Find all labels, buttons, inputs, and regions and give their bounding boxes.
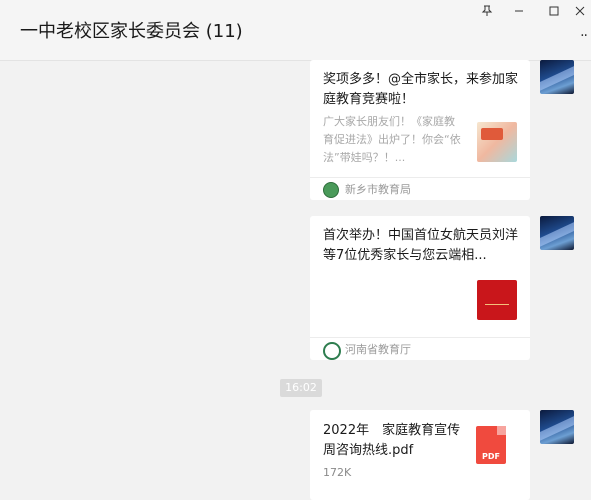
title-bar: 一中老校区家长委员会 (11) ·· (0, 0, 591, 61)
article-thumbnail (477, 122, 517, 162)
article-description: 广大家长朋友们！《家庭教育促进法》出炉了！你会“依法”带娃吗？！... (323, 115, 461, 164)
pdf-label: PDF (482, 452, 500, 461)
pin-icon[interactable] (476, 2, 498, 20)
article-title: 首次举办！中国首位女航天员刘洋等7位优秀家长与您云端相... (323, 228, 519, 263)
file-name: 2022年 家庭教育宣传周咨询热线.pdf (323, 423, 461, 458)
thumbnail-badge (481, 128, 503, 140)
close-icon[interactable] (569, 2, 591, 20)
article-title: 奖项多多！@全市家长，来参加家庭教育竞赛啦！ (323, 72, 519, 107)
timestamp: 16:02 (280, 379, 322, 397)
avatar[interactable] (540, 410, 574, 444)
source-logo-icon (323, 342, 341, 360)
article-card[interactable]: 奖项多多！@全市家长，来参加家庭教育竞赛啦！ 广大家长朋友们！《家庭教育促进法》… (310, 60, 530, 200)
article-thumbnail (477, 280, 517, 320)
more-icon[interactable]: ·· (580, 28, 588, 44)
pdf-fold-icon (497, 426, 506, 435)
minimize-icon[interactable] (508, 2, 530, 20)
thumbnail-emblem (485, 294, 509, 305)
avatar[interactable] (540, 216, 574, 250)
article-card[interactable]: 首次举办！中国首位女航天员刘洋等7位优秀家长与您云端相... 河南省教育厅 (310, 216, 530, 360)
article-source-bar: 新乡市教育局 (310, 177, 530, 200)
article-source: 河南省教育厅 (345, 343, 411, 356)
article-source: 新乡市教育局 (345, 183, 411, 196)
source-logo-icon (323, 182, 339, 198)
avatar[interactable] (540, 60, 574, 94)
file-size: 172K (323, 466, 352, 479)
article-source-bar: 河南省教育厅 (310, 337, 530, 360)
chat-title: 一中老校区家长委员会 (11) (20, 21, 243, 42)
file-card[interactable]: 2022年 家庭教育宣传周咨询热线.pdf 172K PDF (310, 410, 530, 500)
maximize-icon[interactable] (543, 2, 565, 20)
